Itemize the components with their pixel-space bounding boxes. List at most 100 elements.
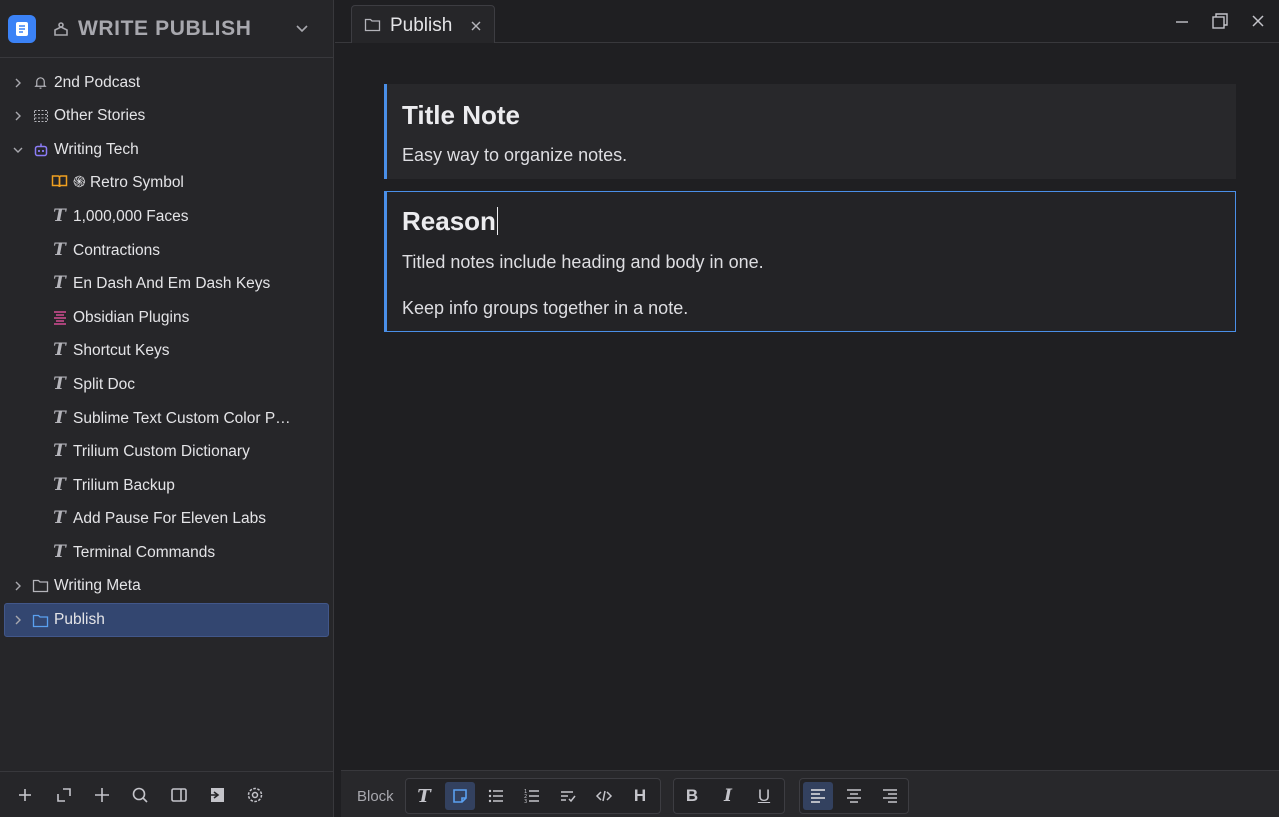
tree-item-1000000-faces[interactable]: T 1,000,000 Faces xyxy=(4,201,329,232)
note-body: Easy way to organize notes. xyxy=(402,145,628,165)
workspace-header[interactable]: WRITE PUBLISH xyxy=(0,0,333,58)
svg-text:3: 3 xyxy=(524,799,527,805)
book-icon xyxy=(51,172,68,189)
restore-icon[interactable] xyxy=(1211,12,1229,30)
tree-item-label: Writing Tech xyxy=(54,140,139,158)
tree-item-label: Contractions xyxy=(73,241,161,259)
text-block-button[interactable]: T xyxy=(409,782,439,810)
tree-item-en-dash[interactable]: T En Dash And Em Dash Keys xyxy=(4,268,329,299)
tree-item-label: Retro Symbol xyxy=(89,173,184,191)
tree-item-sublime-text[interactable]: T Sublime Text Custom Color P… xyxy=(4,403,329,434)
tree-item-obsidian-plugins[interactable]: Obsidian Plugins xyxy=(4,302,329,333)
italic-button[interactable]: I xyxy=(713,782,743,810)
tree-item-label: 1,000,000 Faces xyxy=(73,207,189,225)
numbered-list-button[interactable]: 123 xyxy=(517,782,547,810)
tab-bar: Publish xyxy=(335,0,1279,43)
tree-item-label: En Dash And Em Dash Keys xyxy=(73,274,271,292)
text-note-icon: T xyxy=(53,441,66,461)
close-window-icon[interactable] xyxy=(1249,12,1267,30)
tree-item-shortcut-keys[interactable]: T Shortcut Keys xyxy=(4,335,329,366)
text-note-icon: T xyxy=(53,340,66,360)
text-note-icon: T xyxy=(53,273,66,293)
folder-icon xyxy=(364,17,381,37)
tree-item-label: Trilium Custom Dictionary xyxy=(73,442,250,460)
note-card-active[interactable]: Reason Titled notes include heading and … xyxy=(384,191,1236,332)
retro-symbol-glyph: ֍ xyxy=(73,173,86,191)
underline-glyph: U xyxy=(757,786,771,805)
tree-item-trilium-dictionary[interactable]: T Trilium Custom Dictionary xyxy=(4,436,329,467)
search-icon[interactable] xyxy=(129,784,151,806)
grid-icon xyxy=(32,107,49,124)
tree-item-publish[interactable]: Publish xyxy=(4,603,329,637)
tree-item-label: Trilium Backup xyxy=(73,476,175,494)
plus-icon[interactable] xyxy=(14,784,36,806)
align-center-button[interactable] xyxy=(839,782,869,810)
align-left-button[interactable] xyxy=(803,782,833,810)
chevron-right-icon[interactable] xyxy=(12,614,24,626)
format-toolbar: Block T 123 H B I U xyxy=(341,770,1279,817)
text-cursor xyxy=(496,207,498,235)
sidebar-toggle-icon[interactable] xyxy=(168,784,190,806)
tree-item-label: Shortcut Keys xyxy=(73,341,170,359)
text-note-icon: T xyxy=(53,374,66,394)
app-logo-icon[interactable] xyxy=(8,14,36,43)
folder-icon xyxy=(32,577,49,594)
align-right-button[interactable] xyxy=(875,782,905,810)
chevron-right-icon[interactable] xyxy=(12,110,24,122)
jump-to-note-icon[interactable] xyxy=(206,784,228,806)
tab-publish[interactable]: Publish xyxy=(351,5,495,43)
block-label: Block xyxy=(357,788,394,805)
text-note-icon: T xyxy=(53,542,66,562)
text-note-icon: T xyxy=(53,206,66,226)
note-body[interactable]: Titled notes include heading and body in… xyxy=(402,252,764,273)
chevron-right-icon[interactable] xyxy=(12,77,24,89)
text-note-icon: T xyxy=(53,508,66,528)
workspace-icon xyxy=(52,20,70,38)
titled-note-button[interactable] xyxy=(445,782,475,810)
tree-item-label: Sublime Text Custom Color P… xyxy=(73,409,291,427)
folder-icon xyxy=(32,612,49,629)
tree-item-writing-meta[interactable]: Writing Meta xyxy=(4,570,329,601)
tree-item-label-wrap: ֍ Retro Symbol xyxy=(73,170,184,192)
tree-item-terminal-commands[interactable]: T Terminal Commands xyxy=(4,537,329,568)
checklist-button[interactable] xyxy=(553,782,583,810)
robot-icon xyxy=(32,141,49,158)
tree-item-label: Writing Meta xyxy=(54,576,141,594)
minimize-icon[interactable] xyxy=(1173,12,1191,30)
tree-item-writing-tech[interactable]: Writing Tech xyxy=(4,134,329,165)
bullet-list-button[interactable] xyxy=(481,782,511,810)
bold-button[interactable]: B xyxy=(677,782,707,810)
tree-item-trilium-backup[interactable]: T Trilium Backup xyxy=(4,470,329,501)
bell-icon xyxy=(32,74,49,91)
note-body[interactable]: Keep info groups together in a note. xyxy=(402,298,688,319)
underline-button[interactable]: U xyxy=(749,782,779,810)
note-title: Title Note xyxy=(402,100,520,130)
expand-icon[interactable] xyxy=(53,784,75,806)
heading-glyph: H xyxy=(633,786,647,805)
close-icon[interactable] xyxy=(470,19,482,31)
tree-item-other-stories[interactable]: Other Stories xyxy=(4,100,329,131)
tree-item-label: Obsidian Plugins xyxy=(73,308,190,326)
tree-item-contractions[interactable]: T Contractions xyxy=(4,235,329,266)
alignment-group xyxy=(799,778,909,814)
code-block-button[interactable] xyxy=(589,782,619,810)
text-note-icon: T xyxy=(53,240,66,260)
tab-label: Publish xyxy=(390,15,453,36)
block-type-group: T 123 H xyxy=(405,778,661,814)
heading-button[interactable]: H xyxy=(625,782,655,810)
gear-icon[interactable] xyxy=(244,784,266,806)
chevron-right-icon[interactable] xyxy=(12,580,24,592)
tree-item-retro-symbol[interactable]: ֍ Retro Symbol xyxy=(4,165,329,196)
tree-item-label: Split Doc xyxy=(73,375,136,393)
tree-item-split-doc[interactable]: T Split Doc xyxy=(4,369,329,400)
sidebar: WRITE PUBLISH 2nd Podcast Other Stories … xyxy=(0,0,334,817)
list-icon xyxy=(51,309,68,326)
note-title[interactable]: Reason xyxy=(402,206,498,237)
chevron-down-icon[interactable] xyxy=(12,144,24,156)
note-card[interactable]: Title Note Easy way to organize notes. xyxy=(384,84,1236,179)
tree-item-2nd-podcast[interactable]: 2nd Podcast xyxy=(4,67,329,98)
collapse-icon[interactable] xyxy=(91,784,113,806)
italic-glyph: I xyxy=(724,786,732,806)
tree-item-add-pause[interactable]: T Add Pause For Eleven Labs xyxy=(4,503,329,534)
chevron-down-icon[interactable] xyxy=(294,20,310,36)
